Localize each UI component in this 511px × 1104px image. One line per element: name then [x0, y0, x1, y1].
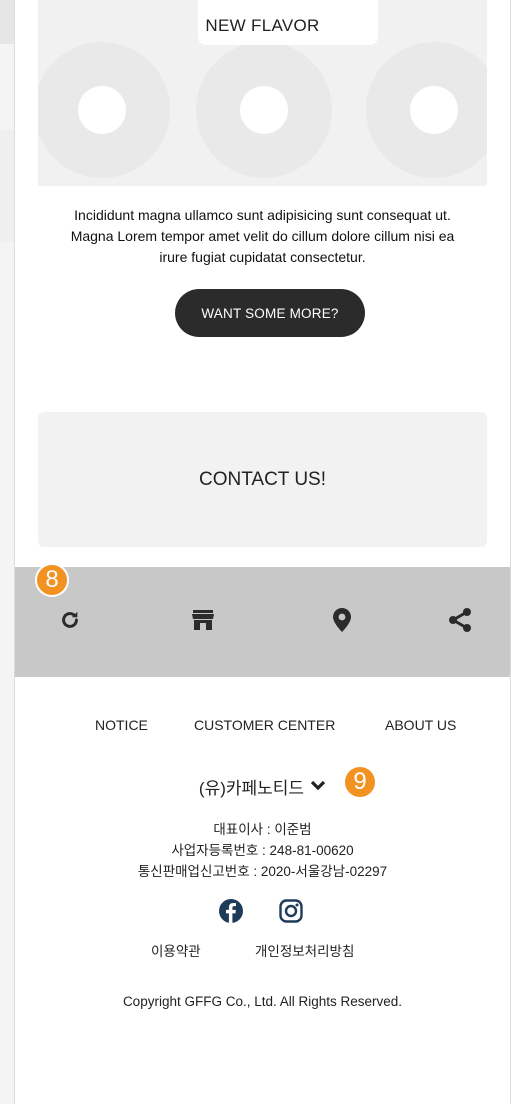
- description-line: irure fugiat cupidatat consectetur.: [159, 249, 366, 265]
- business-registration-info: 사업자등록번호 : 248-81-00620: [171, 843, 354, 858]
- description-line: Incididunt magna ullamco sunt adipisicin…: [74, 207, 451, 223]
- donut-image: [38, 42, 170, 178]
- banner-title: NEW FLAVOR: [205, 16, 320, 35]
- company-name: (유)카페노티드: [198, 779, 305, 798]
- donut-image: [196, 42, 332, 178]
- strip-fragment: [0, 130, 14, 242]
- mobile-page: NEW FLAVOR Incididunt magna ullamco sunt…: [15, 0, 510, 1104]
- privacy-policy-link[interactable]: 개인정보처리방침: [255, 940, 354, 960]
- share-icon[interactable]: [445, 605, 475, 635]
- strip-fragment: [0, 0, 14, 44]
- facebook-icon[interactable]: [218, 898, 244, 924]
- flavor-description: Incididunt magna ullamco sunt adipisicin…: [38, 205, 487, 268]
- step-badge: 9: [343, 765, 377, 799]
- footer-link-notice[interactable]: NOTICE: [95, 717, 148, 733]
- bottom-tab-bar: 8: [15, 563, 510, 677]
- footer-link-about-us[interactable]: ABOUT US: [385, 717, 456, 733]
- store-icon[interactable]: [188, 605, 218, 635]
- ceo-info: 대표이사 : 이준범: [213, 822, 312, 837]
- refresh-icon[interactable]: [55, 605, 85, 635]
- chevron-down-icon: [310, 777, 326, 797]
- contact-us-button[interactable]: CONTACT US!: [38, 412, 487, 547]
- mail-order-registration-info: 통신판매업신고번호 : 2020-서울강남-02297: [137, 864, 388, 879]
- instagram-icon[interactable]: [278, 898, 304, 924]
- terms-link[interactable]: 이용약관: [151, 940, 201, 960]
- description-line: Magna Lorem tempor amet velit do cillum …: [70, 228, 455, 244]
- footer-link-customer-center[interactable]: CUSTOMER CENTER: [194, 717, 335, 733]
- location-pin-icon[interactable]: [327, 605, 357, 635]
- step-badge: 8: [35, 563, 69, 597]
- adjacent-window-strip: [0, 0, 15, 1104]
- want-some-more-button[interactable]: WANT SOME MORE?: [175, 289, 365, 337]
- copyright-text: Copyright GFFG Co., Ltd. All Rights Rese…: [122, 994, 403, 1009]
- donut-image: [366, 42, 487, 178]
- new-flavor-banner[interactable]: NEW FLAVOR: [38, 0, 487, 186]
- company-name-toggle[interactable]: (유)카페노티드: [15, 774, 510, 799]
